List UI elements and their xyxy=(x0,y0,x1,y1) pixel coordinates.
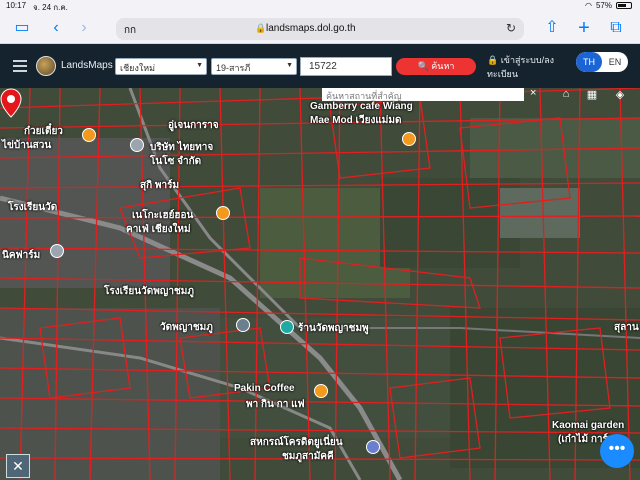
battery-percent: 57% xyxy=(595,1,612,10)
place-icon[interactable] xyxy=(130,138,144,152)
map-label: บริษัท ไทยทาจ xyxy=(150,142,214,153)
map-label: คาเฟ่ เชียงใหม่ xyxy=(126,224,191,235)
more-options-button[interactable]: ••• xyxy=(600,434,634,468)
map-label: อู่เจนการาจ xyxy=(168,120,219,131)
new-tab-icon[interactable]: + xyxy=(574,18,594,38)
back-icon[interactable]: ‹ xyxy=(46,18,66,38)
status-time: 10:17 xyxy=(6,1,27,10)
language-toggle[interactable]: TH EN xyxy=(576,52,628,72)
search-label: ค้นหา xyxy=(431,61,455,71)
layers-icon[interactable]: ◈ xyxy=(610,88,630,102)
map-label: Gamberry cafe Wiang xyxy=(310,101,413,112)
restaurant-icon[interactable] xyxy=(82,128,96,142)
province-select[interactable]: เชียงใหม่ ▼ xyxy=(115,58,207,75)
map-label: เนโกะเฮย์ฮอน xyxy=(132,210,194,221)
bank-icon[interactable] xyxy=(366,440,380,454)
chevron-down-icon: ▼ xyxy=(286,62,293,69)
user-icon: 🔒 xyxy=(487,55,499,65)
map-label: สุลาน xyxy=(614,322,639,333)
address-bar[interactable]: กก 🔒 landsmaps.dol.go.th ↻ xyxy=(116,18,524,40)
app-header: LandsMaps เชียงใหม่ ▼ 19-สารภี ▼ 15722 🔍… xyxy=(0,44,640,88)
chevron-down-icon: ▼ xyxy=(196,62,203,69)
status-right: ◠ 57% xyxy=(585,1,632,10)
reload-icon[interactable]: ↻ xyxy=(506,21,516,35)
map-label: สุกิ พาร์ม xyxy=(140,180,180,191)
place-icon[interactable] xyxy=(50,244,64,258)
map-satellite-layer xyxy=(0,88,640,480)
map-label: วัดพญาชมภู xyxy=(160,322,213,333)
lang-en-button[interactable]: EN xyxy=(602,52,628,72)
map-label: ไข่บ้านสวน xyxy=(2,140,52,151)
province-value: เชียงใหม่ xyxy=(120,63,156,73)
ellipsis-icon: ••• xyxy=(608,440,626,457)
url-text[interactable]: landsmaps.dol.go.th xyxy=(266,23,356,34)
wifi-icon: ◠ xyxy=(585,1,592,10)
tools-icon[interactable]: ✕ xyxy=(6,454,30,478)
district-select[interactable]: 19-สารภี ▼ xyxy=(211,58,297,75)
map-label: สหกรณ์โครดิตยูเนี่ยน xyxy=(250,437,343,448)
map-label: ก๋วยเตี๋ยว xyxy=(24,126,63,137)
cafe-icon[interactable] xyxy=(402,132,416,146)
sidebar-toggle-icon[interactable]: ▭ xyxy=(12,18,32,38)
home-icon[interactable]: ⌂ xyxy=(556,88,576,102)
app-name: LandsMaps xyxy=(61,60,113,71)
parcel-number-input[interactable]: 15722 xyxy=(300,57,392,76)
map-label: ร้านวัดพญาชมพู xyxy=(298,323,369,334)
map-label: Kaomai garden xyxy=(552,420,625,431)
location-pin-icon[interactable] xyxy=(0,88,22,118)
map-view[interactable]: ค้นหาสถานที่สำคัญ × ⌂ ▦ ◈ ก๋วยเตี๋ยว ไข่… xyxy=(0,88,640,480)
status-bar: 10:17 จ. 24 ก.ค. ◠ 57% xyxy=(0,0,640,12)
text-size-button[interactable]: กก xyxy=(124,23,136,38)
share-icon[interactable]: ⇧ xyxy=(542,18,562,38)
close-icon[interactable]: × xyxy=(530,88,536,99)
search-icon: 🔍 xyxy=(417,61,429,71)
battery-icon xyxy=(616,2,632,9)
menu-icon[interactable] xyxy=(13,60,27,72)
temple-icon[interactable] xyxy=(236,318,250,332)
map-label: โรงเรียนวัด xyxy=(8,202,58,213)
map-label: Pakin Coffee xyxy=(234,383,295,394)
map-label: โนโซ จำกัด xyxy=(150,156,202,167)
map-label: ชมภูสามัคคี xyxy=(282,451,334,462)
cafe-icon[interactable] xyxy=(314,384,328,398)
map-label: พา กิน กา แฟ xyxy=(246,399,305,410)
browser-toolbar: ▭ ‹ › กก 🔒 landsmaps.dol.go.th ↻ ⇧ + ⧉ xyxy=(0,12,640,44)
map-label: นิคฟาร์ม xyxy=(2,250,41,261)
map-place-search-input[interactable]: ค้นหาสถานที่สำคัญ xyxy=(322,88,524,101)
login-label: เข้าสู่ระบบ/ลงทะเบียน xyxy=(487,55,555,79)
forward-icon[interactable]: › xyxy=(74,18,94,38)
lang-th-button[interactable]: TH xyxy=(576,52,602,72)
temple-icon[interactable] xyxy=(280,320,294,334)
district-value: 19-สารภี xyxy=(216,63,251,73)
lock-icon: 🔒 xyxy=(255,23,267,33)
grid-icon[interactable]: ▦ xyxy=(582,88,602,102)
logo xyxy=(36,56,56,76)
cafe-icon[interactable] xyxy=(216,206,230,220)
login-link[interactable]: 🔒 เข้าสู่ระบบ/ลงทะเบียน xyxy=(487,53,571,81)
map-label: Mae Mod เวียงแม่มด xyxy=(310,115,402,126)
search-button[interactable]: 🔍 ค้นหา xyxy=(396,58,476,75)
tabs-overview-icon[interactable]: ⧉ xyxy=(606,18,626,38)
map-label: โรงเรียนวัดพญาชมภู xyxy=(104,286,194,297)
